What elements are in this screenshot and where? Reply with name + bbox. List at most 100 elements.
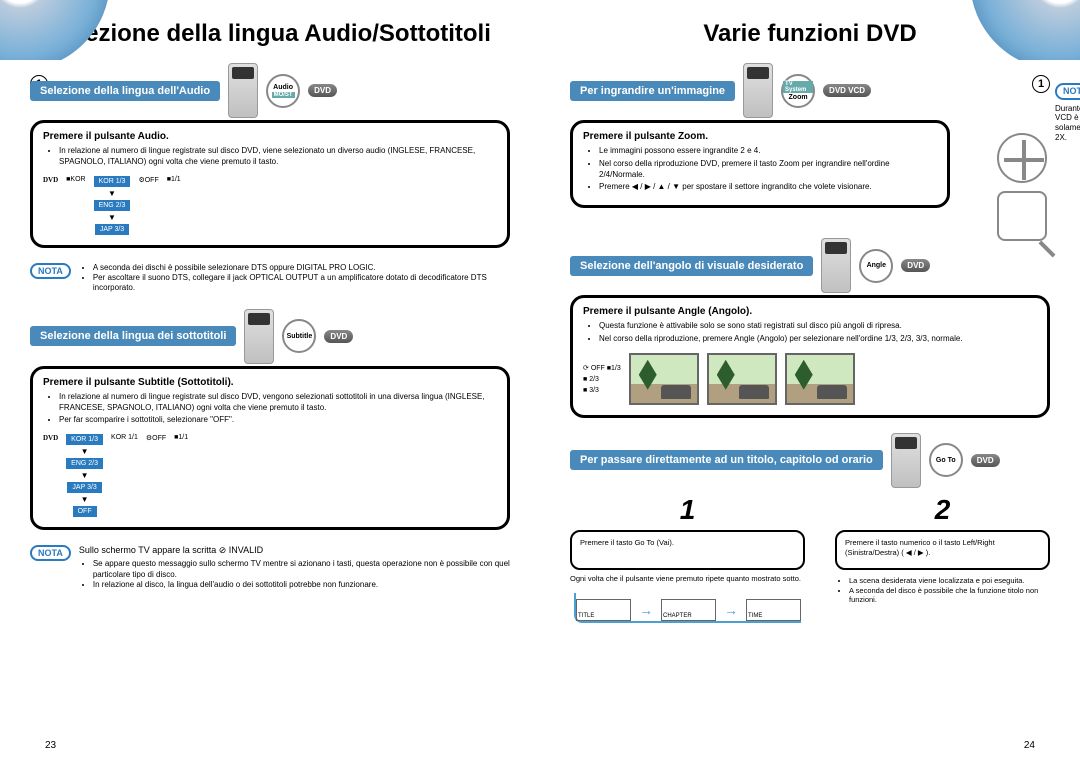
osd-mini: CHAPTER (661, 599, 716, 621)
osd-text: KOR (70, 176, 85, 183)
legend-text: 2/3 (589, 376, 599, 383)
osd-tag: JAP 3/3 (95, 224, 129, 235)
button-label: Audio (273, 84, 293, 91)
section-tab: Per passare direttamente ad un titolo, c… (570, 450, 883, 470)
bullet: In relazione al numero di lingue registr… (59, 392, 497, 414)
subheading: Premere il pulsante Zoom. (583, 131, 937, 142)
nota-bullet: In relazione al disco, la lingua dell'au… (93, 580, 510, 590)
osd-label: TITLE (578, 613, 629, 619)
bullet: A seconda del disco è possibile che la f… (849, 586, 1050, 606)
osd-strip: DVD ■KOR KOR 1/3 ▼ ENG 2/3 ▼ JAP 3/3 ⚙OF… (43, 176, 497, 235)
subheading: Premere il pulsante Angle (Angolo). (583, 306, 1037, 317)
angle-button-icon: Angle (859, 249, 893, 283)
osd-text: 1/1 (171, 176, 181, 183)
goto-button-icon: Go To (929, 443, 963, 477)
step-footnote: Ogni volta che il pulsante viene premuto… (570, 574, 805, 583)
osd-label: CHAPTER (663, 613, 714, 619)
angle-illustration: ⟳ OFF ■1/3 ■ 2/3 ■ 3/3 (583, 353, 1037, 405)
page-left: Selezione della lingua Audio/Sottotitoli… (0, 0, 540, 763)
nota-bullet: Per ascoltare il suono DTS, collegare il… (93, 273, 510, 294)
step-number: 2 (835, 494, 1050, 526)
osd-tag: ENG 2/3 (66, 458, 103, 469)
step-text: Premere il tasto numerico o il tasto Lef… (845, 538, 1040, 558)
nota-badge: NOTA (30, 263, 71, 279)
dvd-badge: DVD (971, 454, 1000, 467)
bullet: Nel corso della riproduzione DVD, premer… (599, 159, 937, 181)
subheading: Premere il pulsante Subtitle (Sottotitol… (43, 377, 497, 388)
button-label: Zoom (789, 94, 808, 101)
step-text: Premere il tasto Go To (Vai). (580, 538, 795, 548)
step-number: 1 (570, 494, 805, 526)
nota-badge: NOTA (30, 545, 71, 561)
goto-columns: 1 Premere il tasto Go To (Vai). Ogni vol… (570, 494, 1050, 623)
bullet: Nel corso della riproduzione, premere An… (599, 334, 1037, 345)
bullet: La scena desiderata viene localizzata e … (849, 576, 1050, 586)
osd-tag: ENG 2/3 (94, 200, 131, 211)
osd-tag: JAP 3/3 (67, 482, 101, 493)
page-right: Varie funzioni DVD 1 Per ingrandire un'i… (540, 0, 1080, 763)
section-zoom: Per ingrandire un'immagine TV System Zoo… (570, 63, 1050, 208)
button-label: Go To (936, 457, 956, 464)
zoom-illustration (957, 133, 1080, 241)
arrow-icon: → (724, 602, 738, 618)
goto-strip: TITLE → CHAPTER → TIME (574, 593, 801, 623)
section-subtitle: Selezione della lingua dei sottotitoli S… (30, 309, 510, 530)
remote-icon (821, 238, 851, 293)
disc-art-icon (0, 0, 160, 60)
osd-text: 1/1 (178, 434, 188, 441)
osd-tag: KOR 1/3 (94, 176, 131, 187)
nota-badge: NOTA (1055, 83, 1080, 100)
osd-mini: TITLE (576, 599, 631, 621)
nota-lead: Sullo schermo TV appare la scritta ⊘ INV… (79, 545, 510, 556)
section-angle: Selezione dell'angolo di visuale desider… (570, 238, 1050, 418)
section-tab: Per ingrandire un'immagine (570, 81, 735, 101)
audio-button-icon: Audio MO/ST (266, 74, 300, 108)
content-box-audio: Premere il pulsante Audio. In relazione … (30, 120, 510, 248)
page-number: 23 (45, 740, 56, 751)
osd-text: OFF (145, 177, 159, 184)
bullet: Premere ◀ / ▶ / ▲ / ▼ per spostare il se… (599, 182, 937, 193)
legend-text: OFF (591, 365, 605, 372)
osd-text: KOR 1/1 (111, 434, 138, 441)
angle-thumb-icon (707, 353, 777, 405)
content-box-subtitle: Premere il pulsante Subtitle (Sottotitol… (30, 366, 510, 530)
button-label: Angle (867, 262, 886, 269)
osd-tag: KOR 1/3 (66, 434, 103, 445)
step-box: Premere il tasto Go To (Vai). (570, 530, 805, 570)
osd-tag: OFF (73, 506, 97, 517)
section-goto: Per passare direttamente ad un titolo, c… (570, 433, 1050, 623)
bullet: Questa funzione è attivabile solo se son… (599, 321, 1037, 332)
angle-thumb-icon (629, 353, 699, 405)
nota-side: NOTA Durante l'esecuzione VCD è possibil… (1055, 83, 1080, 142)
nota-block: NOTA A seconda dei dischi è possibile se… (30, 263, 510, 294)
remote-icon (244, 309, 274, 364)
bullet: Per far scomparire i sottotitoli, selezi… (59, 415, 497, 426)
section-audio: Selezione della lingua dell'Audio Audio … (30, 63, 510, 248)
section-tab: Selezione della lingua dei sottotitoli (30, 326, 236, 346)
dvd-badge: DVD (308, 84, 337, 97)
bullet: In relazione al numero di lingue registr… (59, 146, 497, 168)
remote-icon (891, 433, 921, 488)
osd-label: TIME (748, 613, 799, 619)
section-tab: Selezione dell'angolo di visuale desider… (570, 256, 813, 276)
legend-text: 3/3 (589, 387, 599, 394)
button-sub-label: TV System (783, 81, 813, 93)
section-tab: Selezione della lingua dell'Audio (30, 81, 220, 101)
osd-text: OFF (152, 435, 166, 442)
page-number: 24 (1024, 740, 1035, 751)
disc-art-icon (920, 0, 1080, 60)
zoom-button-icon: TV System Zoom (781, 74, 815, 108)
subtitle-button-icon: Subtitle (282, 319, 316, 353)
subheading: Premere il pulsante Audio. (43, 131, 497, 142)
page-spread: Selezione della lingua Audio/Sottotitoli… (0, 0, 1080, 763)
button-sub-label: MO/ST (272, 92, 295, 98)
dvd-badge: DVD (901, 259, 930, 272)
arrow-icon: → (639, 602, 653, 618)
content-box-angle: Premere il pulsante Angle (Angolo). Ques… (570, 295, 1050, 418)
bullet: Le immagini possono essere ingrandite 2 … (599, 146, 937, 157)
magnifier-icon (997, 191, 1047, 241)
button-label: Subtitle (287, 333, 313, 340)
dvd-badge: DVD (324, 330, 353, 343)
step-box: Premere il tasto numerico o il tasto Lef… (835, 530, 1050, 570)
nota-bullet: Se appare questo messaggio sullo schermo… (93, 559, 510, 580)
